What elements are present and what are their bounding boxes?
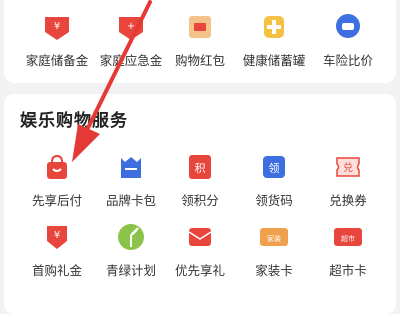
tile-label: 兑换券	[329, 193, 367, 208]
tile-first-purchase-gift[interactable]: ¥ 首购礼金	[17, 220, 97, 279]
tile-priority-gift[interactable]: 优先享礼	[160, 220, 240, 279]
tile-shopping-red-packet[interactable]: 购物红包	[160, 10, 240, 69]
supermarket-card-icon: 超市	[331, 220, 365, 254]
tile-earn-points[interactable]: 积 领积分	[160, 150, 240, 209]
tile-exchange-voucher[interactable]: 兑 兑换券	[308, 150, 388, 209]
svg-text:¥: ¥	[54, 21, 60, 32]
tile-label: 优先享礼	[174, 263, 225, 278]
svg-text:兑: 兑	[343, 161, 353, 174]
section-title: 娱乐购物服务	[20, 111, 128, 131]
green-plan-leaf-icon	[114, 220, 148, 254]
tile-home-decor-card[interactable]: 家装 家装卡	[234, 220, 314, 279]
tile-label: 首购礼金	[31, 263, 82, 278]
shopping-red-packet-icon	[183, 10, 217, 44]
tile-label: 家庭储备金	[25, 53, 89, 68]
tile-label: 购物红包	[174, 53, 225, 68]
tile-label: 家庭应急金	[99, 53, 163, 68]
svg-text:+: +	[127, 21, 135, 32]
tile-label: 超市卡	[329, 263, 367, 278]
tile-health-savings-jar[interactable]: 健康储蓄罐	[234, 10, 314, 69]
svg-text:超市: 超市	[341, 234, 355, 243]
tile-emergency-fund[interactable]: + 家庭应急金	[91, 10, 171, 69]
tile-label: 家装卡	[255, 263, 293, 278]
health-savings-jar-icon	[257, 10, 291, 44]
points-icon: 积	[183, 150, 217, 184]
tile-supermarket-card[interactable]: 超市 超市卡	[308, 220, 388, 279]
exchange-voucher-icon: 兑	[331, 150, 365, 184]
priority-gift-icon	[183, 220, 217, 254]
svg-text:积: 积	[195, 162, 206, 175]
tile-label: 车险比价	[322, 53, 373, 68]
car-insurance-icon	[331, 10, 365, 44]
tile-pay-later[interactable]: 先享后付	[17, 150, 97, 209]
brand-card-wallet-icon	[114, 150, 148, 184]
emergency-fund-icon: +	[114, 10, 148, 44]
home-decor-card-icon: 家装	[257, 220, 291, 254]
tile-brand-card-wallet[interactable]: 品牌卡包	[91, 150, 171, 209]
tile-label: 先享后付	[31, 193, 82, 208]
shopping-bag-icon	[40, 150, 74, 184]
family-savings-icon: ¥	[40, 10, 74, 44]
coupon-code-icon: 领	[257, 150, 291, 184]
svg-text:领: 领	[269, 162, 280, 175]
svg-text:家装: 家装	[267, 234, 281, 243]
svg-text:¥: ¥	[54, 230, 60, 241]
tile-family-savings[interactable]: ¥ 家庭储备金	[17, 10, 97, 69]
tile-claim-code[interactable]: 领 领货码	[234, 150, 314, 209]
tile-green-plan[interactable]: 青绿计划	[91, 220, 171, 279]
tile-label: 领货码	[255, 193, 293, 208]
tile-car-insurance[interactable]: 车险比价	[308, 10, 388, 69]
tile-label: 青绿计划	[105, 263, 156, 278]
first-purchase-gift-icon: ¥	[40, 220, 74, 254]
tile-label: 健康储蓄罐	[242, 53, 306, 68]
tile-label: 领积分	[181, 193, 219, 208]
tile-label: 品牌卡包	[105, 193, 156, 208]
